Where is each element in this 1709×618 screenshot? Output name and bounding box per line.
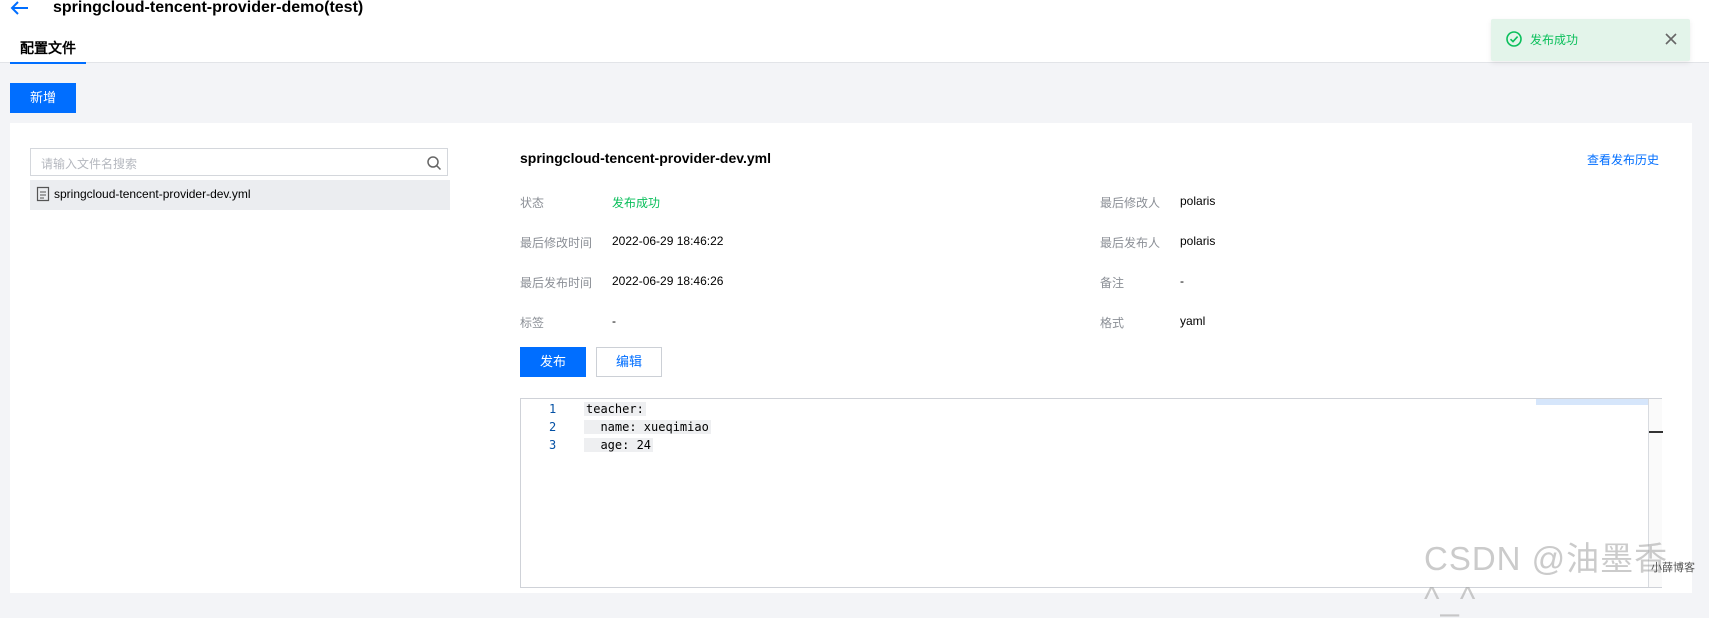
line-number: 1 xyxy=(549,402,557,416)
status-value: 发布成功 xyxy=(612,196,661,210)
published-by-value: polaris xyxy=(1180,234,1216,248)
format-label: 格式 xyxy=(1100,316,1125,330)
toast-message: 发布成功 xyxy=(1530,33,1579,47)
add-button[interactable]: 新增 xyxy=(10,83,76,113)
modified-by-value: polaris xyxy=(1180,194,1216,208)
success-toast: 发布成功 xyxy=(1491,19,1690,61)
page-title: springcloud-tencent-provider-demo(test) xyxy=(53,0,364,16)
code-line: age: 24 xyxy=(584,438,654,452)
check-circle-icon xyxy=(1505,30,1523,48)
back-arrow-icon[interactable] xyxy=(8,0,30,18)
modified-time-value: 2022-06-29 18:46:22 xyxy=(612,234,724,248)
minimap[interactable] xyxy=(1536,399,1648,405)
published-by-label: 最后发布人 xyxy=(1100,236,1161,250)
search-placeholder: 请输入文件名搜索 xyxy=(41,157,138,171)
search-icon[interactable] xyxy=(426,155,442,171)
tab-config-files[interactable]: 配置文件 xyxy=(10,38,86,64)
scrollbar-thumb[interactable] xyxy=(1649,431,1663,433)
document-icon xyxy=(36,186,50,202)
top-bar: springcloud-tencent-provider-demo(test) … xyxy=(0,0,1709,64)
remark-label: 备注 xyxy=(1100,276,1125,290)
tab-label: 配置文件 xyxy=(20,40,76,56)
line-number: 2 xyxy=(549,420,557,434)
modified-by-label: 最后修改人 xyxy=(1100,196,1161,210)
tags-label: 标签 xyxy=(520,316,545,330)
line-number: 3 xyxy=(549,438,557,452)
format-value: yaml xyxy=(1180,314,1206,328)
close-icon[interactable] xyxy=(1663,31,1679,47)
search-input[interactable]: 请输入文件名搜索 xyxy=(30,148,448,176)
list-item[interactable]: springcloud-tencent-provider-dev.yml xyxy=(30,180,450,210)
published-time-value: 2022-06-29 18:46:26 xyxy=(612,274,724,288)
code-line: teacher: xyxy=(584,402,646,416)
published-time-label: 最后发布时间 xyxy=(520,276,593,290)
view-publish-history-link[interactable]: 查看发布历史 xyxy=(1587,151,1659,168)
watermark: CSDN @油墨香^_^ xyxy=(1424,540,1669,617)
file-name: springcloud-tencent-provider-dev.yml xyxy=(54,187,251,201)
tags-value: - xyxy=(612,314,616,328)
edit-button[interactable]: 编辑 xyxy=(596,347,662,377)
modified-time-label: 最后修改时间 xyxy=(520,236,593,250)
publish-button[interactable]: 发布 xyxy=(520,347,586,377)
remark-value: - xyxy=(1180,274,1184,288)
detail-file-title: springcloud-tencent-provider-dev.yml xyxy=(520,150,771,166)
status-label: 状态 xyxy=(520,196,545,210)
corner-watermark: 小薛博客 xyxy=(1651,562,1695,574)
code-line: name: xueqimiao xyxy=(584,420,711,434)
